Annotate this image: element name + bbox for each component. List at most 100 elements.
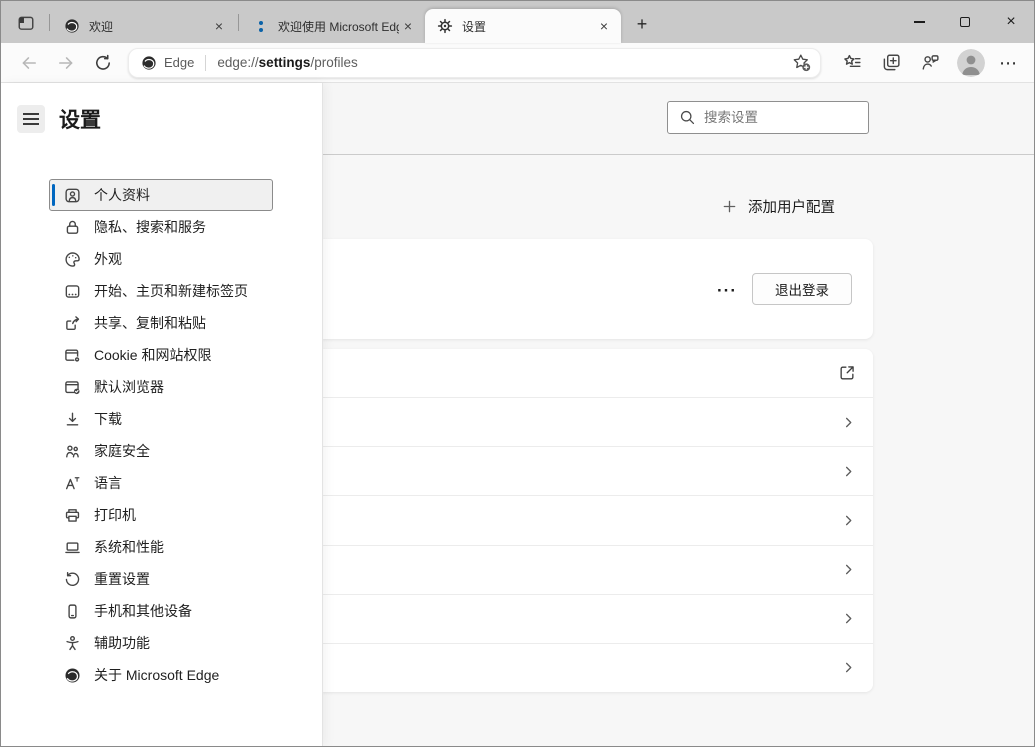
chevron-right-icon [845, 466, 852, 477]
search-icon [680, 110, 695, 125]
tab-close-icon[interactable]: × [210, 17, 228, 35]
default-browser-icon [65, 380, 80, 394]
profile-more-button[interactable]: ··· [711, 279, 743, 303]
settings-main: 添加用户配置 ··· 退出登录 [322, 83, 1034, 746]
add-favorite-button[interactable] [786, 50, 816, 76]
tab-title: 欢迎 [89, 19, 114, 34]
back-button[interactable] [12, 47, 46, 79]
sidebar-item-accessibility[interactable]: 辅助功能 [49, 627, 273, 659]
sidebar-item-label: 手机和其他设备 [94, 603, 192, 619]
plus-icon [723, 200, 736, 213]
sidebar-item-reset-settings[interactable]: 重置设置 [49, 563, 273, 595]
tab-close-icon[interactable]: × [399, 17, 417, 35]
settings-page: 添加用户配置 ··· 退出登录 [1, 83, 1034, 746]
sidebar-item-system-performance[interactable]: 系统和性能 [49, 531, 273, 563]
collections-button[interactable] [873, 46, 909, 80]
chevron-right-icon [845, 417, 852, 427]
maximize-button[interactable] [942, 1, 988, 43]
settings-more-button[interactable]: ⋯ [990, 46, 1026, 80]
system-icon [65, 541, 80, 553]
sidebar-item-about-edge[interactable]: 关于 Microsoft Edge [49, 659, 273, 691]
sidebar-item-share-copy-paste[interactable]: 共享、复制和粘贴 [49, 307, 273, 339]
gear-icon [437, 18, 453, 34]
forward-button[interactable] [49, 47, 83, 79]
tab-close-icon[interactable]: × [595, 17, 613, 35]
sidebar-item-printers[interactable]: 打印机 [49, 499, 273, 531]
minimize-button[interactable] [896, 1, 942, 43]
sidebar-item-label: 关于 Microsoft Edge [94, 667, 220, 683]
tab-welcome-to-edge[interactable]: 欢迎使用 Microsoft Edg × [241, 9, 425, 43]
sign-out-button[interactable]: 退出登录 [752, 273, 852, 305]
settings-search-input[interactable] [696, 110, 868, 125]
close-icon: × [1006, 13, 1016, 30]
navigation-toolbar: Edge edge://settings/profiles ⋯ [1, 43, 1034, 83]
chevron-right-icon [845, 663, 852, 673]
edge-logo-icon [65, 667, 80, 683]
tab-welcome[interactable]: 欢迎 × [52, 9, 236, 43]
palette-icon [65, 251, 80, 267]
profile-card: ··· 退出登录 [322, 239, 873, 339]
tab-title: 设置 [462, 19, 487, 34]
sidebar-item-cookies-permissions[interactable]: Cookie 和网站权限 [49, 339, 273, 371]
sidebar-item-label: 外观 [94, 251, 122, 267]
sidebar-item-label: 系统和性能 [94, 539, 164, 555]
site-permissions-icon [65, 348, 80, 362]
sidebar-header: 设置 [1, 83, 322, 134]
browser-window: 欢迎 × 欢迎使用 Microsoft Edg × 设置 × + × Edge … [0, 0, 1035, 747]
sidebar-item-appearance[interactable]: 外观 [49, 243, 273, 275]
favorites-button[interactable] [834, 46, 870, 80]
star-add-icon [793, 54, 811, 72]
sidebar-item-label: 隐私、搜索和服务 [94, 219, 206, 235]
menu-button[interactable] [17, 105, 45, 133]
settings-row[interactable] [322, 544, 873, 594]
sidebar-item-downloads[interactable]: 下载 [49, 403, 273, 435]
sidebar-item-privacy[interactable]: 隐私、搜索和服务 [49, 211, 273, 243]
url-text[interactable]: edge://settings/profiles [217, 55, 786, 70]
family-icon [66, 444, 79, 458]
chevron-right-icon [845, 564, 852, 575]
refresh-button[interactable] [86, 47, 120, 79]
settings-row[interactable] [322, 495, 873, 545]
sidebar-item-label: 家庭安全 [94, 443, 150, 459]
language-icon [65, 476, 80, 489]
lock-icon [66, 220, 79, 234]
settings-row-account[interactable] [322, 349, 873, 398]
sidebar-item-label: 默认浏览器 [94, 379, 164, 395]
sidebar-item-label: 下载 [94, 411, 122, 427]
close-window-button[interactable]: × [988, 1, 1034, 43]
add-profile-button[interactable]: 添加用户配置 [720, 192, 837, 221]
avatar [957, 48, 985, 77]
sidebar-item-label: Cookie 和网站权限 [94, 347, 212, 363]
profile-avatar-button[interactable] [951, 46, 987, 80]
tab-actions-menu-button[interactable] [11, 8, 41, 38]
settings-row[interactable] [322, 446, 873, 496]
settings-row[interactable] [322, 593, 873, 643]
sidebar-item-languages[interactable]: 语言 [49, 467, 273, 499]
page-title: 设置 [59, 109, 101, 132]
sidebar-item-label: 语言 [94, 475, 122, 491]
reset-icon [65, 571, 80, 586]
sidebar-item-family-safety[interactable]: 家庭安全 [49, 435, 273, 467]
new-tab-button[interactable]: + [625, 9, 659, 39]
sidebar-item-phone-devices[interactable]: 手机和其他设备 [49, 595, 273, 627]
address-separator [205, 54, 207, 71]
settings-row[interactable] [322, 397, 873, 447]
sidebar-item-label: 重置设置 [94, 571, 150, 587]
settings-search-box[interactable] [667, 101, 869, 134]
sidebar-nav: 个人资料 隐私、搜索和服务 外观 开始、主页和新建标签页 共享、复制和粘贴 Co… [1, 179, 322, 691]
printer-icon [65, 508, 80, 522]
settings-header [322, 83, 1034, 155]
phone-icon [68, 603, 77, 619]
settings-body: 添加用户配置 ··· 退出登录 [322, 156, 1034, 746]
tab-settings-active[interactable]: 设置 × [425, 9, 621, 43]
sidebar-item-profiles[interactable]: 个人资料 [49, 179, 273, 211]
settings-row[interactable] [322, 642, 873, 692]
download-icon [66, 412, 79, 426]
sidebar-item-start-home-newtab[interactable]: 开始、主页和新建标签页 [49, 275, 273, 307]
address-bar[interactable]: Edge edge://settings/profiles [128, 47, 821, 78]
chevron-right-icon [845, 613, 852, 624]
window-controls: × [896, 1, 1034, 43]
sidebar-item-default-browser[interactable]: 默认浏览器 [49, 371, 273, 403]
edge-logo-icon [64, 18, 80, 34]
feedback-button[interactable] [912, 46, 948, 80]
